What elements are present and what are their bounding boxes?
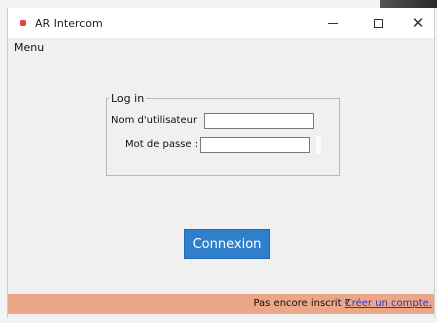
signup-prompt: Pas encore inscrit ? — [253, 298, 350, 309]
main-content: Log in Nom d'utilisateur Mot de passe : … — [8, 60, 434, 294]
minimize-button[interactable] — [314, 8, 352, 38]
minimize-icon — [328, 22, 338, 24]
menu-bar: Menu — [8, 38, 434, 60]
maximize-button[interactable] — [359, 8, 397, 38]
menu-item-menu[interactable]: Menu — [14, 41, 44, 54]
create-account-link[interactable]: Créer un compte. — [345, 298, 432, 309]
field-side-strip — [316, 136, 321, 154]
app-icon — [20, 20, 26, 26]
background-strip — [380, 0, 437, 8]
username-field[interactable] — [204, 113, 314, 129]
title-bar[interactable]: AR Intercom ✕ — [8, 8, 434, 38]
app-window: AR Intercom ✕ Menu Log in Nom d'utilisat… — [7, 8, 435, 318]
password-field[interactable] — [200, 137, 310, 153]
close-icon: ✕ — [411, 13, 425, 32]
footer-bar: Pas encore inscrit ? Créer un compte. — [8, 294, 434, 314]
login-group-title: Log in — [111, 92, 145, 105]
username-label: Nom d'utilisateur — [111, 115, 198, 126]
login-group: Log in Nom d'utilisateur Mot de passe : — [106, 92, 340, 176]
connect-button[interactable]: Connexion — [184, 229, 270, 259]
maximize-icon — [373, 18, 383, 28]
close-button[interactable]: ✕ — [399, 8, 437, 38]
password-label: Mot de passe : — [125, 139, 199, 150]
window-title: AR Intercom — [35, 17, 103, 30]
